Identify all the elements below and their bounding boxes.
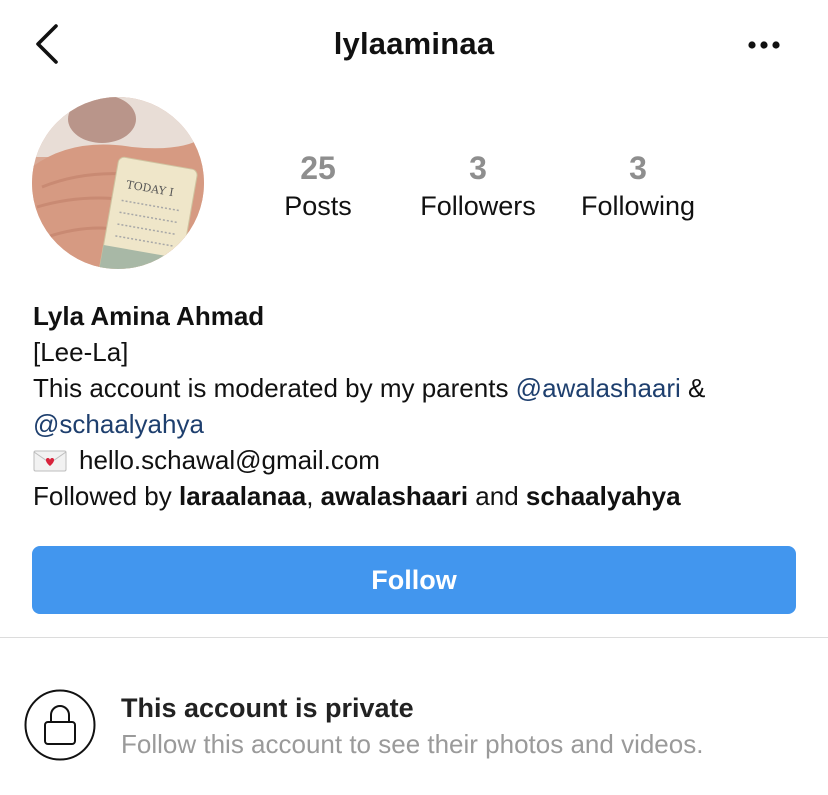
more-options-button[interactable] [744,30,784,60]
followed-by-separator: , [306,481,321,511]
private-account-title: This account is private [121,693,414,723]
followed-by-prefix: Followed by [33,481,179,511]
divider [0,637,828,638]
following-label: Following [580,191,696,221]
stat-following[interactable]: 3 Following [553,150,723,226]
followed-by-line: Followed by laraalanaa, awalashaari and … [33,478,813,514]
profile-username: lylaaminaa [333,26,495,61]
follower-laraalanaa[interactable]: laraalanaa [179,481,306,511]
mention-schaalyahya[interactable]: @schaalyahya [33,409,204,439]
bio-moderation-text: This account is moderated by my parents [33,373,516,403]
more-horizontal-icon [748,41,780,49]
stat-followers[interactable]: 3 Followers [393,150,563,226]
love-letter-icon [33,450,67,472]
followers-label: Followers [420,191,536,221]
bio: Lyla Amina Ahmad [Lee-La] This account i… [33,298,813,514]
bio-moderation-line: This account is moderated by my parents … [33,370,813,406]
following-count: 3 [629,150,647,186]
bio-email[interactable]: hello.schawal@gmail.com [79,445,380,475]
followers-count: 3 [469,150,487,186]
mention-awalashaari[interactable]: @awalashaari [516,373,681,403]
followed-by-and: and [468,481,526,511]
posts-count: 25 [300,150,336,186]
follow-button[interactable]: Follow [32,546,796,614]
avatar-image: TODAY I [32,97,204,269]
follower-awalashaari[interactable]: awalashaari [321,481,468,511]
top-bar: lylaaminaa [0,0,828,90]
lock-icon [24,689,96,761]
avatar[interactable]: TODAY I [32,97,204,269]
bio-email-line: hello.schawal@gmail.com [33,442,813,478]
posts-label: Posts [284,191,352,221]
private-account-subtitle: Follow this account to see their photos … [121,729,704,759]
bio-ampersand: & [680,373,706,403]
stat-posts[interactable]: 25 Posts [233,150,403,226]
follower-schaalyahya[interactable]: schaalyahya [526,481,681,511]
bio-pronunciation: [Lee-La] [33,337,129,367]
display-name: Lyla Amina Ahmad [33,301,265,331]
